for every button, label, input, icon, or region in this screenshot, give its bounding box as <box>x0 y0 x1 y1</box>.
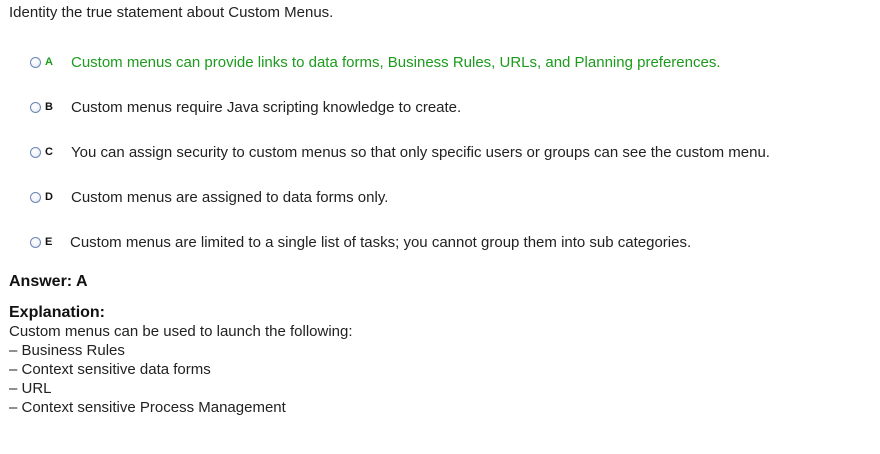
option-letter-e: E <box>45 236 53 248</box>
option-text-b: Custom menus require Java scripting know… <box>71 98 462 116</box>
option-letter-c: C <box>45 146 53 158</box>
radio-button-b[interactable] <box>30 101 41 113</box>
option-letter-a: A <box>45 56 53 68</box>
option-text-c: You can assign security to custom menus … <box>71 143 770 161</box>
explanation-intro: Custom menus can be used to launch the f… <box>9 323 353 340</box>
radio-button-c[interactable] <box>30 146 41 158</box>
option-text-e: Custom menus are limited to a single lis… <box>70 233 692 251</box>
option-text-a: Custom menus can provide links to data f… <box>71 53 721 71</box>
explanation-title: Explanation: <box>9 304 106 321</box>
option-b[interactable]: B Custom menus require Java scripting kn… <box>30 98 461 116</box>
radio-button-e[interactable] <box>30 236 41 248</box>
radio-button-a[interactable] <box>30 56 41 68</box>
radio-button-d[interactable] <box>30 191 41 203</box>
explanation-item: – Business Rules <box>9 342 125 359</box>
explanation-block: Explanation: Custom menus can be used to… <box>9 303 353 417</box>
question-text: Identity the true statement about Custom… <box>9 4 334 21</box>
option-text-d: Custom menus are assigned to data forms … <box>71 188 389 206</box>
explanation-item: – Context sensitive Process Management <box>9 399 286 416</box>
option-c[interactable]: C You can assign security to custom menu… <box>30 143 770 161</box>
answer-label: Answer: A <box>9 273 88 290</box>
option-letter-b: B <box>45 101 53 113</box>
option-a[interactable]: A Custom menus can provide links to data… <box>30 53 720 71</box>
explanation-item: – Context sensitive data forms <box>9 361 211 378</box>
option-d[interactable]: D Custom menus are assigned to data form… <box>30 188 388 206</box>
option-letter-d: D <box>45 191 53 203</box>
option-e[interactable]: E Custom menus are limited to a single l… <box>30 233 691 251</box>
explanation-item: – URL <box>9 380 52 397</box>
